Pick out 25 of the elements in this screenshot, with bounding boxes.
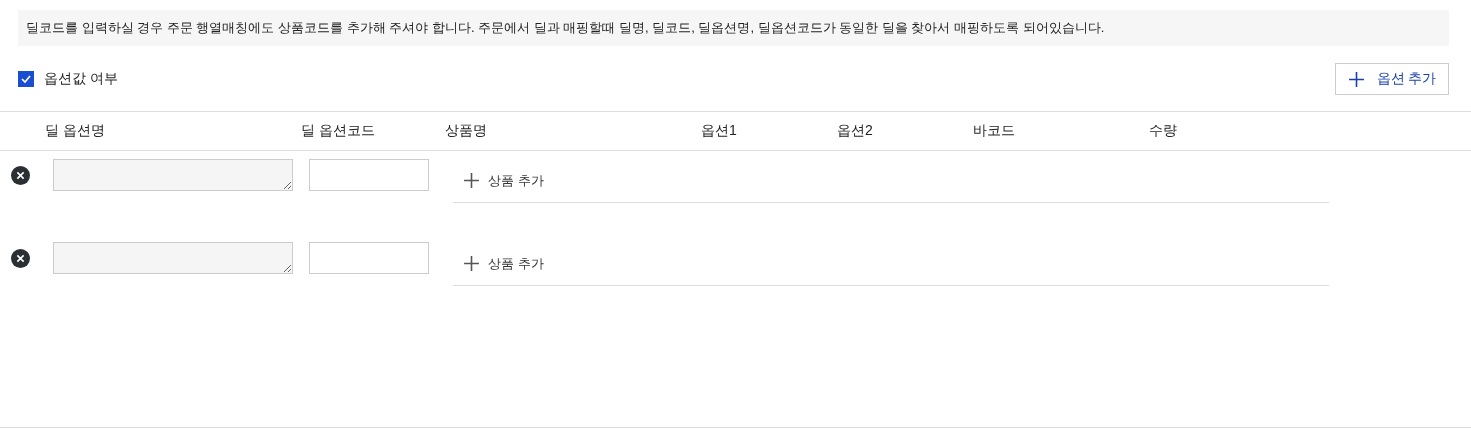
notice-text: 딜코드를 입력하실 경우 주문 행열매칭에도 상품코드를 추가해 주셔야 합니다. 주문에서 딜과 매핑할때 딜명, 딜코드, 딜옵션명, 딜옵션코드가 동일한 딜을 찾아서 매핑하도록 되어있습니다. (18, 10, 1449, 46)
remove-button[interactable] (11, 249, 30, 268)
check-icon (20, 73, 32, 85)
option-code-field[interactable] (309, 159, 429, 191)
option-name-field[interactable] (53, 242, 293, 274)
close-icon (16, 171, 25, 180)
close-icon (16, 254, 25, 263)
plus-icon (463, 172, 480, 189)
column-header: 상품명 (445, 122, 488, 140)
column-header: 수량 (1149, 122, 1178, 140)
add-option-button[interactable]: 옵션 추가 (1335, 63, 1449, 95)
add-product-button[interactable]: 상품 추가 (463, 254, 544, 273)
checkbox-label: 옵션값 여부 (44, 70, 118, 88)
column-header: 딜 옵션코드 (301, 122, 376, 140)
column-header: 옵션1 (701, 122, 738, 140)
column-header: 딜 옵션명 (45, 122, 106, 140)
option-code-field[interactable] (309, 242, 429, 274)
column-header: 바코드 (973, 122, 1016, 140)
add-product-button[interactable]: 상품 추가 (463, 171, 544, 190)
column-header: 옵션2 (837, 122, 874, 140)
remove-button[interactable] (11, 166, 30, 185)
plus-icon (1347, 70, 1365, 88)
plus-icon (463, 255, 480, 272)
option-checkbox[interactable] (18, 71, 34, 87)
option-name-field[interactable] (53, 159, 293, 191)
